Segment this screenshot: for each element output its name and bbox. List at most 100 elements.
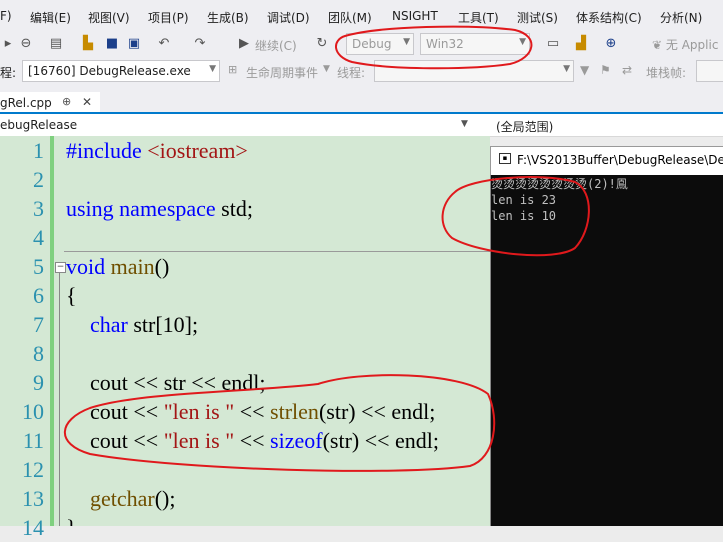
- process-value: [16760] DebugRelease.exe: [28, 64, 191, 78]
- main-function-name: main: [110, 254, 155, 279]
- args: (str) << endl;: [322, 428, 440, 453]
- console-title: F:\VS2013Buffer\DebugRelease\De: [517, 153, 723, 167]
- menu-build[interactable]: 生成(B): [207, 9, 249, 26]
- operator: <<: [234, 399, 271, 424]
- console-app-icon: ▪: [499, 153, 511, 164]
- using-keyword: using namespace: [66, 196, 222, 221]
- code-line-14: }: [66, 513, 77, 526]
- switch-icon[interactable]: ⇄: [622, 63, 632, 77]
- console-output: 烫烫烫烫烫烫烫烫(2)!鳯 len is 23 len is 10: [491, 174, 723, 526]
- config-value: Debug: [352, 37, 392, 51]
- stackframe-label: 堆栈帧:: [646, 66, 687, 80]
- menu-tools[interactable]: 工具(T): [458, 9, 499, 26]
- lifecycle-icon[interactable]: ⊞: [228, 63, 237, 76]
- thread-label: 线程:: [337, 66, 366, 80]
- console-line: len is 10: [491, 209, 557, 223]
- getchar-call: getchar: [90, 486, 155, 511]
- process-dropdown[interactable]: [16760] DebugRelease.exe ▼: [22, 60, 220, 82]
- platform-dropdown[interactable]: Win32 ▼: [420, 33, 530, 55]
- char-keyword: char: [90, 312, 134, 337]
- process-label: 程:: [0, 66, 17, 80]
- pin-icon[interactable]: ⊕: [62, 95, 71, 108]
- void-keyword: void: [66, 254, 111, 279]
- platform-value: Win32: [426, 37, 464, 51]
- include-directive: #include: [66, 138, 148, 163]
- menu-debug[interactable]: 调试(D): [267, 9, 310, 26]
- string-literal: "len is ": [163, 428, 235, 453]
- sizeof-keyword: sizeof: [270, 428, 323, 453]
- chevron-down-icon: ▼: [209, 64, 216, 74]
- paren: (): [154, 254, 170, 279]
- code-line-9: cout << str << endl;: [90, 370, 266, 395]
- code-line-5: void main(): [66, 252, 169, 281]
- project-scope-dropdown[interactable]: ebugRelease: [0, 118, 77, 132]
- thread-dropdown[interactable]: ▼: [374, 60, 574, 82]
- tab-filename: gRel.cpp: [0, 96, 52, 110]
- code-line-1: #include <iostream>: [66, 136, 248, 165]
- find-icon[interactable]: ⊕: [603, 36, 619, 52]
- code-line-10: cout << "len is " << strlen(str) << endl…: [90, 397, 435, 426]
- strlen-call: strlen: [270, 399, 319, 424]
- document-tab-strip: [0, 84, 723, 114]
- undo-icon[interactable]: ↶: [156, 36, 172, 52]
- namespace-name: std;: [221, 196, 253, 221]
- console-line: 烫烫烫烫烫烫烫烫(2)!鳯: [491, 177, 628, 191]
- lightbulb-icon: ❦: [652, 38, 663, 52]
- attach-icon[interactable]: ▭: [545, 36, 561, 52]
- console-line: len is 23: [491, 193, 557, 207]
- restart-icon[interactable]: ↻: [314, 36, 330, 52]
- lifecycle-events-button[interactable]: 生命周期事件: [246, 64, 318, 81]
- code-line-11: cout << "len is " << sizeof(str) << endl…: [90, 426, 439, 455]
- chevron-down-icon: ▼: [403, 37, 410, 47]
- menu-nsight[interactable]: NSIGHT: [392, 9, 438, 23]
- standard-toolbar: ▸ ⊖ ▤ ▙ ■ ▣ ↶ ↷ ▶ 继续(C) ↻ Debug ▼ Win32 …: [0, 30, 723, 58]
- tab-debugrel-cpp[interactable]: gRel.cpp ⊕ ✕: [0, 92, 100, 114]
- menu-project[interactable]: 项目(P): [148, 9, 189, 26]
- navigation-bar: ebugRelease ▼ (全局范围): [0, 114, 723, 137]
- code-line-3: using namespace std;: [66, 194, 253, 223]
- save-all-icon[interactable]: ▣: [126, 36, 142, 52]
- global-scope-dropdown[interactable]: (全局范围): [496, 118, 553, 135]
- chevron-down-icon: ▼: [563, 64, 570, 74]
- forward-circle-icon[interactable]: ⊖: [18, 36, 34, 52]
- redo-icon[interactable]: ↷: [192, 36, 208, 52]
- operator: <<: [234, 428, 271, 453]
- config-dropdown[interactable]: Debug ▼: [346, 33, 414, 55]
- continue-button[interactable]: 继续(C): [255, 37, 297, 54]
- include-header: <iostream>: [147, 138, 248, 163]
- code-line-6: {: [66, 283, 77, 308]
- cout-stmt: cout <<: [90, 428, 164, 453]
- open-file-icon[interactable]: ▙: [80, 36, 96, 52]
- paren: ();: [154, 486, 176, 511]
- menu-test[interactable]: 测试(S): [517, 9, 558, 26]
- menu-architecture[interactable]: 体系结构(C): [576, 9, 642, 26]
- chevron-down-icon[interactable]: ▼: [323, 64, 330, 74]
- chevron-down-icon[interactable]: ▼: [461, 119, 468, 129]
- menu-bar: F) 编辑(E) 视图(V) 项目(P) 生成(B) 调试(D) 团队(M) N…: [0, 0, 723, 30]
- menu-view[interactable]: 视图(V): [88, 9, 130, 26]
- filter-icon[interactable]: ▼: [580, 63, 589, 77]
- menu-analyze[interactable]: 分析(N): [660, 9, 702, 26]
- play-icon[interactable]: ▶: [236, 36, 252, 52]
- app-insights-button[interactable]: ❦ 无 Applic: [652, 36, 718, 53]
- code-line-13: getchar();: [90, 484, 176, 513]
- code-lines: #include <iostream> using namespace std;…: [0, 136, 490, 526]
- code-line-7: char str[10];: [90, 310, 198, 339]
- stackframe-dropdown[interactable]: [696, 60, 723, 82]
- cout-stmt: cout <<: [90, 399, 164, 424]
- args: (str) << endl;: [318, 399, 436, 424]
- console-title-bar[interactable]: ▪ F:\VS2013Buffer\DebugRelease\De: [490, 146, 723, 175]
- array-decl: str[10];: [133, 312, 199, 337]
- save-icon[interactable]: ■: [104, 36, 120, 52]
- solution-explorer-icon[interactable]: ▟: [573, 36, 589, 52]
- back-arrow-icon[interactable]: ▸: [0, 36, 16, 52]
- new-project-icon[interactable]: ▤: [48, 36, 64, 52]
- menu-edit[interactable]: 编辑(E): [30, 9, 71, 26]
- string-literal: "len is ": [163, 399, 235, 424]
- flag-filter-icon[interactable]: ⚑: [600, 63, 611, 77]
- close-icon[interactable]: ✕: [82, 95, 92, 109]
- debug-location-toolbar: 程: [16760] DebugRelease.exe ▼ ⊞ 生命周期事件 ▼…: [0, 58, 723, 84]
- menu-team[interactable]: 团队(M): [328, 9, 372, 26]
- app-insights-label: 无 Applic: [665, 38, 719, 52]
- menu-file[interactable]: F): [0, 9, 12, 23]
